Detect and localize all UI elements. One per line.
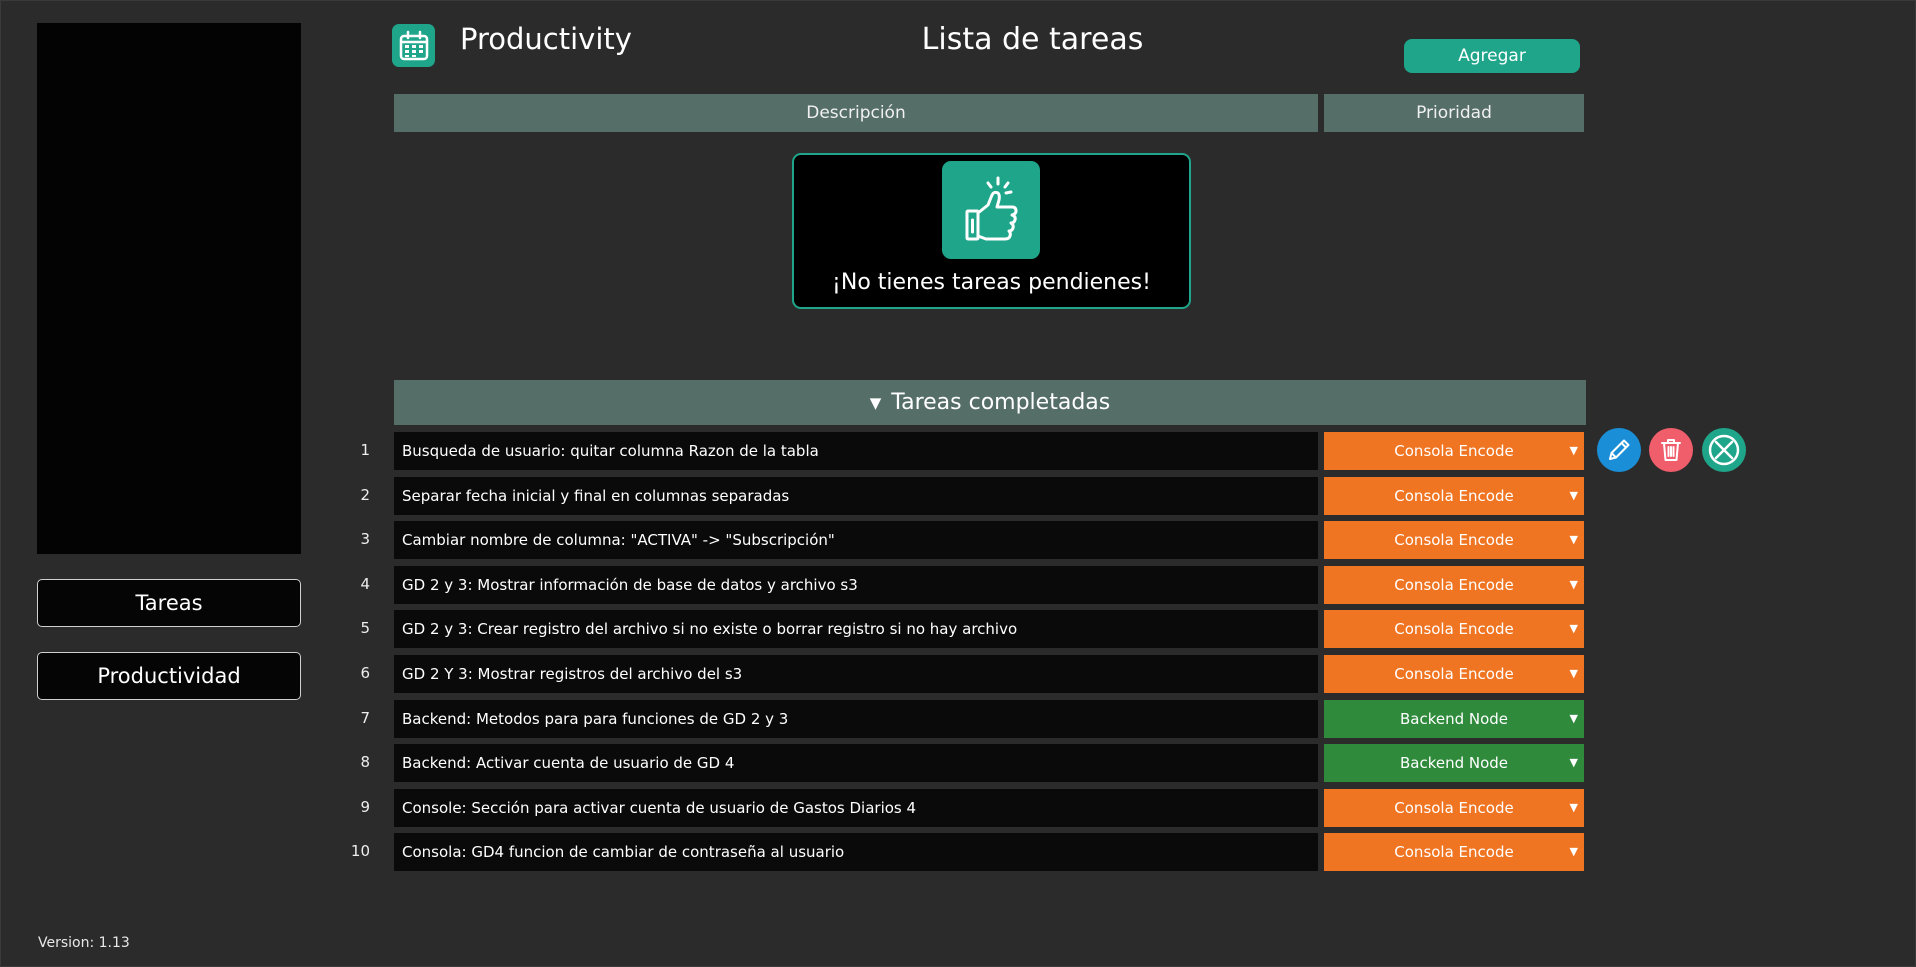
column-header-priority: Prioridad bbox=[1324, 94, 1584, 132]
priority-label: Backend Node bbox=[1399, 754, 1509, 772]
column-header-description: Descripción bbox=[394, 94, 1318, 132]
task-description[interactable]: GD 2 Y 3: Mostrar registros del archivo … bbox=[394, 655, 1318, 693]
chevron-down-icon: ▼ bbox=[1569, 444, 1578, 457]
row-number: 5 bbox=[360, 619, 370, 637]
task-description[interactable]: Busqueda de usuario: quitar columna Razo… bbox=[394, 432, 1318, 470]
priority-label: Consola Encode bbox=[1394, 843, 1514, 861]
row-number: 9 bbox=[360, 798, 370, 816]
empty-state-message: ¡No tienes tareas pendienes! bbox=[832, 270, 1151, 295]
task-description[interactable]: GD 2 y 3: Crear registro del archivo si … bbox=[394, 610, 1318, 648]
priority-label: Consola Encode bbox=[1394, 487, 1514, 505]
row-number: 4 bbox=[360, 575, 370, 593]
task-description[interactable]: Consola: GD4 funcion de cambiar de contr… bbox=[394, 833, 1318, 871]
priority-select[interactable]: Consola Encode ▼ bbox=[1324, 521, 1584, 559]
table-row: 7 Backend: Metodos para para funciones de… bbox=[0, 698, 1916, 738]
edit-task-button[interactable] bbox=[1597, 428, 1641, 472]
pencil-icon bbox=[1609, 439, 1630, 460]
app-name: Productivity bbox=[460, 22, 632, 56]
priority-label: Consola Encode bbox=[1394, 799, 1514, 817]
row-number: 8 bbox=[360, 753, 370, 771]
table-row: 9 Console: Sección para activar cuenta de… bbox=[0, 787, 1916, 827]
table-row: 3 Cambiar nombre de columna: "ACTIVA" -> … bbox=[0, 519, 1916, 559]
priority-select[interactable]: Consola Encode ▼ bbox=[1324, 833, 1584, 871]
priority-label: Consola Encode bbox=[1394, 442, 1514, 460]
chevron-down-icon: ▼ bbox=[1569, 801, 1578, 814]
task-description[interactable]: Backend: Activar cuenta de usuario de GD… bbox=[394, 744, 1318, 782]
page-title: Lista de tareas bbox=[921, 22, 1144, 57]
completed-tasks-toggle[interactable]: ▼ Tareas completadas bbox=[394, 380, 1586, 425]
chevron-down-icon: ▼ bbox=[1569, 533, 1578, 546]
row-number: 10 bbox=[350, 842, 370, 860]
chevron-down-icon: ▼ bbox=[1569, 756, 1578, 769]
row-number: 1 bbox=[360, 441, 370, 459]
priority-select[interactable]: Consola Encode ▼ bbox=[1324, 477, 1584, 515]
uncomplete-task-button[interactable] bbox=[1702, 428, 1746, 472]
delete-task-button[interactable] bbox=[1649, 428, 1693, 472]
triangle-down-icon: ▼ bbox=[869, 393, 882, 412]
table-row: 2 Separar fecha inicial y final en column… bbox=[0, 475, 1916, 515]
priority-select[interactable]: Consola Encode ▼ bbox=[1324, 610, 1584, 648]
priority-label: Consola Encode bbox=[1394, 665, 1514, 683]
chevron-down-icon: ▼ bbox=[1569, 578, 1578, 591]
task-description[interactable]: Separar fecha inicial y final en columna… bbox=[394, 477, 1318, 515]
table-row: 5 GD 2 y 3: Crear registro del archivo si… bbox=[0, 608, 1916, 648]
row-number: 2 bbox=[360, 486, 370, 504]
chevron-down-icon: ▼ bbox=[1569, 489, 1578, 502]
table-row: 8 Backend: Activar cuenta de usuario de G… bbox=[0, 742, 1916, 782]
thumbs-up-icon bbox=[942, 161, 1040, 259]
priority-label: Consola Encode bbox=[1394, 531, 1514, 549]
priority-select[interactable]: Backend Node ▼ bbox=[1324, 744, 1584, 782]
chevron-down-icon: ▼ bbox=[1569, 845, 1578, 858]
calendar-icon bbox=[392, 24, 435, 67]
priority-label: Consola Encode bbox=[1394, 620, 1514, 638]
priority-select[interactable]: Consola Encode ▼ bbox=[1324, 655, 1584, 693]
chevron-down-icon: ▼ bbox=[1569, 622, 1578, 635]
completed-tasks-title: Tareas completadas bbox=[891, 390, 1111, 415]
row-number: 6 bbox=[360, 664, 370, 682]
table-row: 10 Consola: GD4 funcion de cambiar de con… bbox=[0, 831, 1916, 871]
table-row: 4 GD 2 y 3: Mostrar información de base d… bbox=[0, 564, 1916, 604]
row-number: 3 bbox=[360, 530, 370, 548]
task-description[interactable]: Cambiar nombre de columna: "ACTIVA" -> "… bbox=[394, 521, 1318, 559]
close-circle-icon bbox=[1708, 434, 1740, 466]
task-description[interactable]: Backend: Metodos para para funciones de … bbox=[394, 700, 1318, 738]
task-description[interactable]: GD 2 y 3: Mostrar información de base de… bbox=[394, 566, 1318, 604]
priority-select[interactable]: Consola Encode ▼ bbox=[1324, 566, 1584, 604]
priority-label: Consola Encode bbox=[1394, 576, 1514, 594]
priority-select[interactable]: Consola Encode ▼ bbox=[1324, 432, 1584, 470]
table-row: 6 GD 2 Y 3: Mostrar registros del archivo… bbox=[0, 653, 1916, 693]
task-description[interactable]: Console: Sección para activar cuenta de … bbox=[394, 789, 1318, 827]
chevron-down-icon: ▼ bbox=[1569, 712, 1578, 725]
priority-label: Backend Node bbox=[1399, 710, 1509, 728]
empty-state-card: ¡No tienes tareas pendienes! bbox=[792, 153, 1191, 309]
priority-select[interactable]: Consola Encode ▼ bbox=[1324, 789, 1584, 827]
add-task-button[interactable]: Agregar bbox=[1404, 39, 1580, 73]
trash-icon bbox=[1661, 439, 1681, 461]
row-number: 7 bbox=[360, 709, 370, 727]
chevron-down-icon: ▼ bbox=[1569, 667, 1578, 680]
priority-select[interactable]: Backend Node ▼ bbox=[1324, 700, 1584, 738]
version-label: Version: 1.13 bbox=[38, 935, 130, 951]
